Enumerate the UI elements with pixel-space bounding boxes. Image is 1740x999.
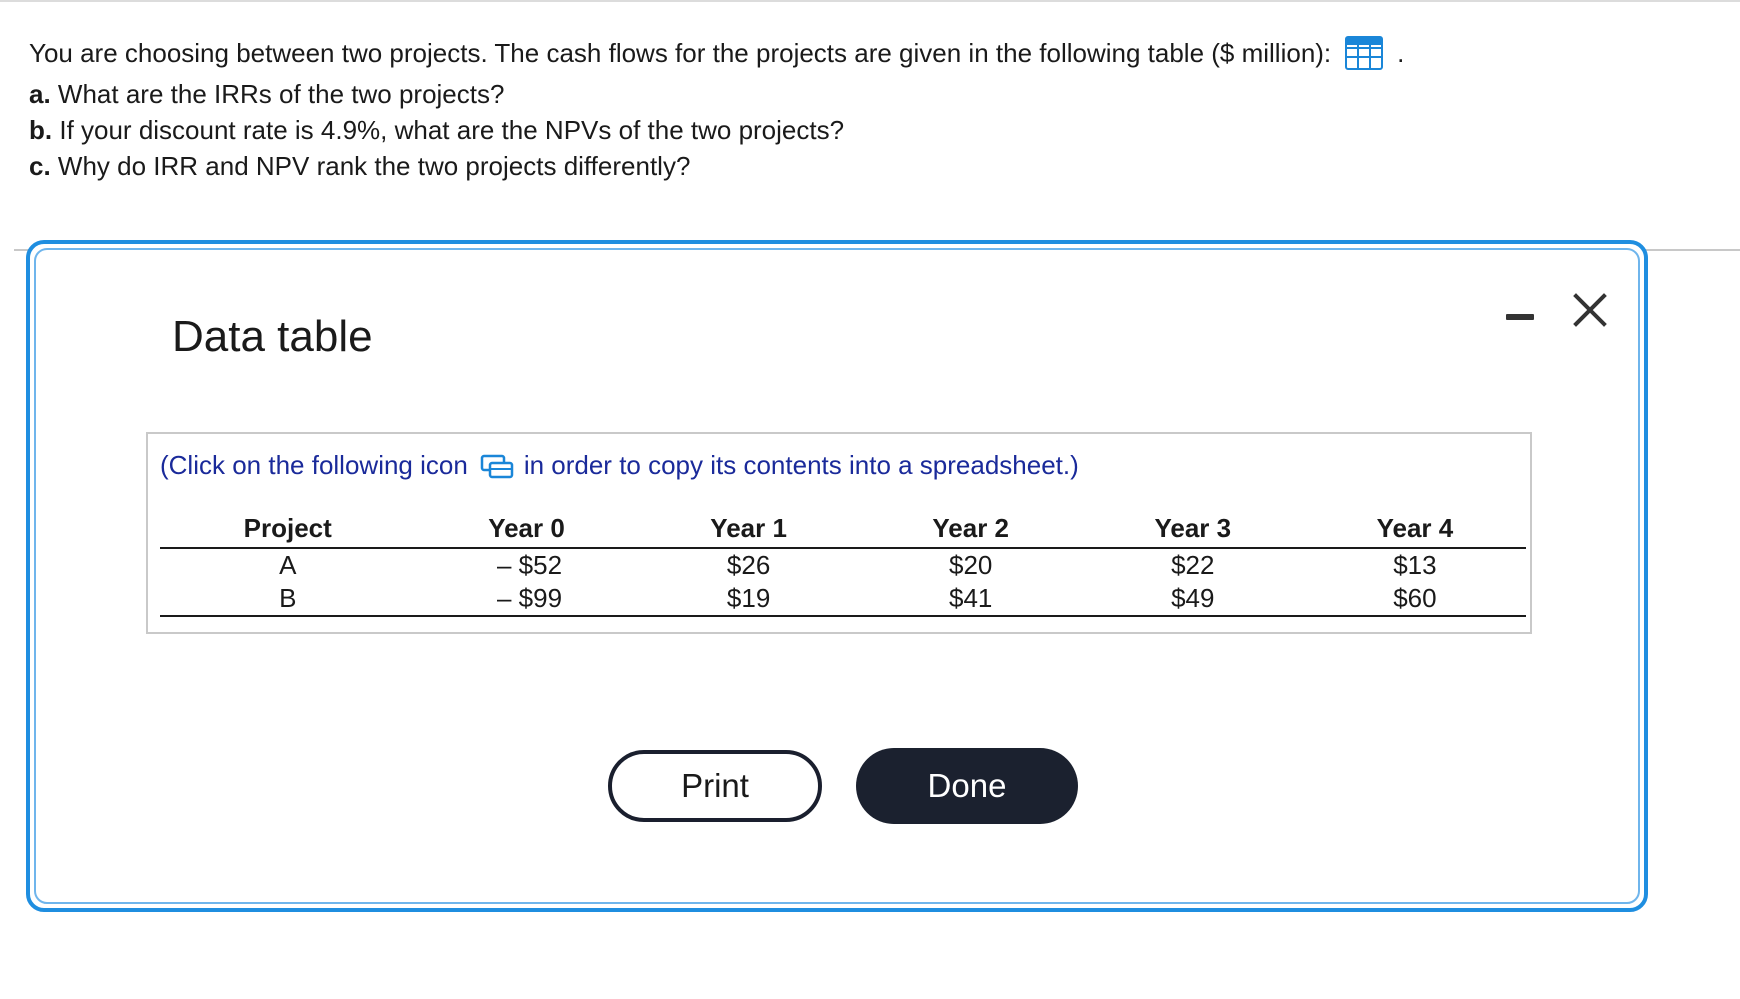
close-icon[interactable] — [1568, 288, 1612, 332]
table-cell: B — [160, 582, 416, 617]
instruction-before: (Click on the following icon — [160, 450, 468, 480]
print-button[interactable]: Print — [608, 750, 822, 822]
question-item-label: c. — [29, 151, 51, 181]
table-cell: $13 — [1393, 550, 1437, 580]
col-header-year-4: Year 4 — [1303, 510, 1526, 549]
question-item-b: b. If your discount rate is 4.9%, what a… — [29, 112, 1404, 148]
data-table-dialog: Data table (Click on the following icon … — [26, 240, 1648, 912]
col-header-year-3: Year 3 — [1081, 510, 1304, 549]
table-cell: – $99 — [415, 582, 638, 617]
table-cell: – $52 — [496, 550, 563, 580]
question-item-text: If your discount rate is 4.9%, what are … — [59, 115, 845, 145]
table-cell: $20 — [949, 550, 993, 580]
question-intro: You are choosing between two projects. T… — [29, 38, 1332, 68]
table-cell: $41 — [859, 582, 1082, 617]
col-header-year-0: Year 0 — [415, 510, 638, 549]
table-header-row: Project Year 0 Year 1 Year 2 Year 3 Year… — [160, 510, 1526, 549]
col-header-year-1: Year 1 — [637, 510, 860, 549]
minimize-icon[interactable] — [1502, 296, 1538, 332]
table-cell: A — [279, 550, 297, 580]
col-header-project: Project — [160, 510, 416, 549]
table-row: A – $52 $26 $20 $22 $13 — [160, 548, 1526, 582]
dialog-title: Data table — [172, 312, 373, 361]
copy-to-spreadsheet-icon[interactable] — [480, 453, 514, 479]
question-item-a: a. What are the IRRs of the two projects… — [29, 76, 1404, 112]
question-intro-line: You are choosing between two projects. T… — [29, 30, 1404, 76]
question-intro-trailing: . — [1397, 38, 1405, 68]
data-table-box: (Click on the following icon in order to… — [146, 432, 1532, 634]
table-cell: $26 — [726, 550, 771, 580]
spreadsheet-grid-icon[interactable] — [1345, 36, 1384, 70]
table-cell: $19 — [637, 582, 860, 617]
copy-instruction: (Click on the following icon in order to… — [160, 450, 1079, 481]
done-button[interactable]: Done — [856, 748, 1078, 824]
top-divider — [0, 0, 1740, 2]
table-cell: $22 — [1171, 550, 1215, 580]
section-divider-right — [1640, 249, 1740, 251]
table-cell: $49 — [1081, 582, 1304, 617]
question-item-text: Why do IRR and NPV rank the two projects… — [57, 151, 691, 181]
table-row: B – $99 $19 $41 $49 $60 — [160, 582, 1526, 617]
question-item-c: c. Why do IRR and NPV rank the two proje… — [29, 148, 1404, 184]
instruction-after: in order to copy its contents into a spr… — [523, 450, 1079, 480]
col-header-year-2: Year 2 — [859, 510, 1082, 549]
question-item-label: a. — [29, 79, 51, 109]
table-cell: $60 — [1303, 582, 1526, 617]
cash-flow-table: Project Year 0 Year 1 Year 2 Year 3 Year… — [160, 510, 1526, 617]
question-text: You are choosing between two projects. T… — [29, 30, 1404, 184]
question-item-label: b. — [29, 115, 53, 145]
question-item-text: What are the IRRs of the two projects? — [57, 79, 505, 109]
